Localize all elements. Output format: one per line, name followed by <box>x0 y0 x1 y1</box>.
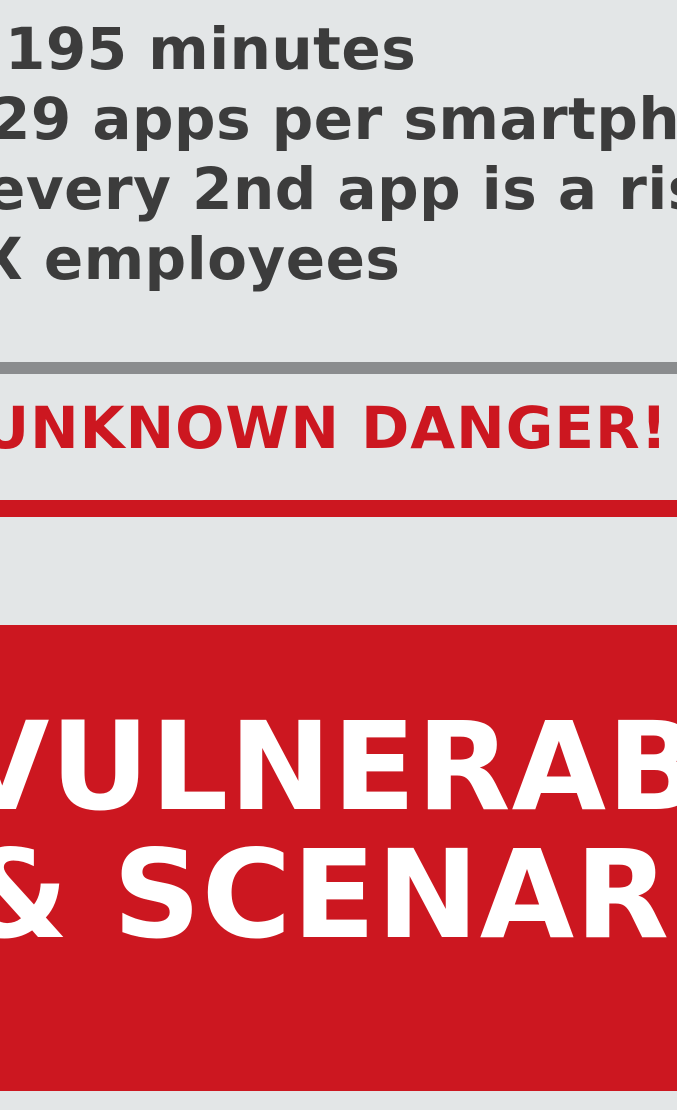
gray-divider <box>0 362 677 374</box>
stat-risky-apps: every 2nd app is a risk <box>0 155 677 223</box>
banner-title-line-2: & SCENARIOS <box>0 824 677 966</box>
banner-title-line-1: VULNERABILITIES <box>0 696 677 838</box>
stats-list: 195 minutes 29 apps per smartphone every… <box>0 14 677 294</box>
stat-employees: X employees <box>0 225 401 293</box>
stat-apps-per-smartphone: 29 apps per smartphone <box>0 85 677 153</box>
vulnerabilities-banner: VULNERABILITIES & SCENARIOS <box>0 625 677 1091</box>
stat-usage-time: 195 minutes <box>5 15 417 83</box>
red-divider <box>0 500 677 517</box>
unknown-danger-heading: UNKNOWN DANGER! <box>0 394 669 462</box>
